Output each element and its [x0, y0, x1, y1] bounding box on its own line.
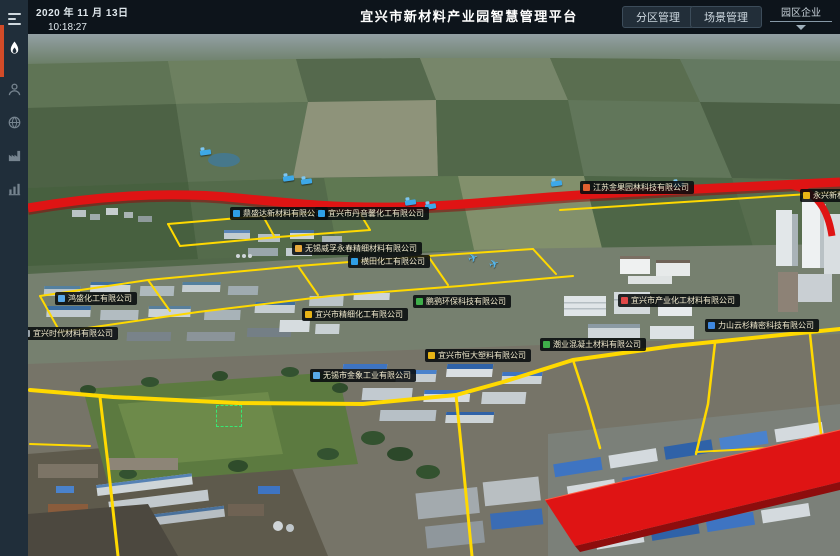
company-label[interactable]: 宜兴市恒大塑料有限公司 — [425, 349, 531, 362]
company-label[interactable]: 宜兴市产业化工材料有限公司 — [618, 294, 740, 307]
scene-management-button[interactable]: 场景管理 — [690, 6, 762, 28]
company-label-text: 潮业混凝土材料有限公司 — [553, 338, 641, 351]
park-enterprise-dropdown[interactable]: 园区企业 — [770, 4, 832, 30]
company-marker-icon — [58, 295, 65, 302]
company-marker-icon — [28, 330, 30, 337]
company-marker-icon — [621, 297, 628, 304]
company-marker-icon — [583, 184, 590, 191]
sidebar-item-globe[interactable] — [0, 107, 28, 137]
company-label-text: 宜兴时代材料有限公司 — [33, 327, 113, 340]
company-marker-icon — [233, 210, 240, 217]
company-marker-icon — [313, 372, 320, 379]
flame-icon — [7, 40, 22, 56]
company-marker-icon — [803, 192, 810, 199]
company-label[interactable]: 鸿盛化工有限公司 — [55, 292, 137, 305]
company-marker-icon — [351, 258, 358, 265]
company-label[interactable]: 无锡市金象工业有限公司 — [310, 369, 416, 382]
dropdown-label: 园区企业 — [770, 4, 832, 22]
company-label[interactable]: 宜兴市丹音馨化工有限公司 — [315, 207, 429, 220]
app-window: 2020 年 11 月 13日 10:18:27 宜兴市新材料产业园智慧管理平台… — [0, 0, 840, 556]
company-label-text: 江苏金果园林科技有限公司 — [593, 181, 689, 194]
field-mosaic — [28, 58, 840, 266]
sidebar — [0, 0, 28, 556]
company-label[interactable]: 鹏鹞环保科技有限公司 — [413, 295, 511, 308]
selection-marquee[interactable] — [216, 405, 242, 427]
company-label[interactable]: 永兴新材料有限公司 — [800, 189, 840, 202]
user-icon — [7, 82, 22, 97]
factory-icon — [7, 148, 22, 163]
sidebar-item-fire[interactable] — [0, 33, 28, 63]
company-marker-icon — [295, 245, 302, 252]
hamburger-icon — [8, 13, 21, 25]
company-label-text: 力山云杉精密科技有限公司 — [718, 319, 814, 332]
map-3d-view[interactable]: ✈✈ 鼎盛达新材料有限公司宜兴市丹音馨化工有限公司无锡威孚永春精细材料有限公司横… — [28, 34, 840, 556]
company-marker-icon — [416, 298, 423, 305]
company-marker-icon — [305, 311, 312, 318]
company-label-text: 无锡市金象工业有限公司 — [323, 369, 411, 382]
header-bar: 2020 年 11 月 13日 10:18:27 宜兴市新材料产业园智慧管理平台… — [28, 0, 840, 34]
bar-chart-icon — [7, 181, 22, 196]
company-label[interactable]: 鼎盛达新材料有限公司 — [230, 207, 328, 220]
company-label-text: 横田化工有限公司 — [361, 255, 425, 268]
company-label-text: 无锡威孚永春精细材料有限公司 — [305, 242, 417, 255]
zone-management-button[interactable]: 分区管理 — [622, 6, 694, 28]
globe-icon — [7, 115, 22, 130]
company-marker-icon — [318, 210, 325, 217]
company-marker-icon — [543, 341, 550, 348]
company-label-text: 鸿盛化工有限公司 — [68, 292, 132, 305]
sidebar-item-factory[interactable] — [0, 140, 28, 170]
company-label[interactable]: 力山云杉精密科技有限公司 — [705, 319, 819, 332]
company-label[interactable]: 宜兴时代材料有限公司 — [28, 327, 118, 340]
company-label-text: 宜兴市产业化工材料有限公司 — [631, 294, 735, 307]
company-label-text: 永兴新材料有限公司 — [813, 189, 840, 202]
chevron-down-icon — [796, 25, 806, 30]
company-label[interactable]: 江苏金果园林科技有限公司 — [580, 181, 694, 194]
company-label-text: 宜兴市丹音馨化工有限公司 — [328, 207, 424, 220]
company-label[interactable]: 潮业混凝土材料有限公司 — [540, 338, 646, 351]
company-marker-icon — [428, 352, 435, 359]
company-label-text: 鼎盛达新材料有限公司 — [243, 207, 323, 220]
company-label[interactable]: 宜兴市精细化工有限公司 — [302, 308, 408, 321]
company-marker-icon — [708, 322, 715, 329]
company-label-text: 宜兴市精细化工有限公司 — [315, 308, 403, 321]
company-label-text: 鹏鹞环保科技有限公司 — [426, 295, 506, 308]
menu-toggle-button[interactable] — [0, 4, 28, 34]
company-label[interactable]: 横田化工有限公司 — [348, 255, 430, 268]
company-label-text: 宜兴市恒大塑料有限公司 — [438, 349, 526, 362]
company-label[interactable]: 无锡威孚永春精细材料有限公司 — [292, 242, 422, 255]
sidebar-item-stats[interactable] — [0, 173, 28, 203]
sidebar-item-user[interactable] — [0, 74, 28, 104]
